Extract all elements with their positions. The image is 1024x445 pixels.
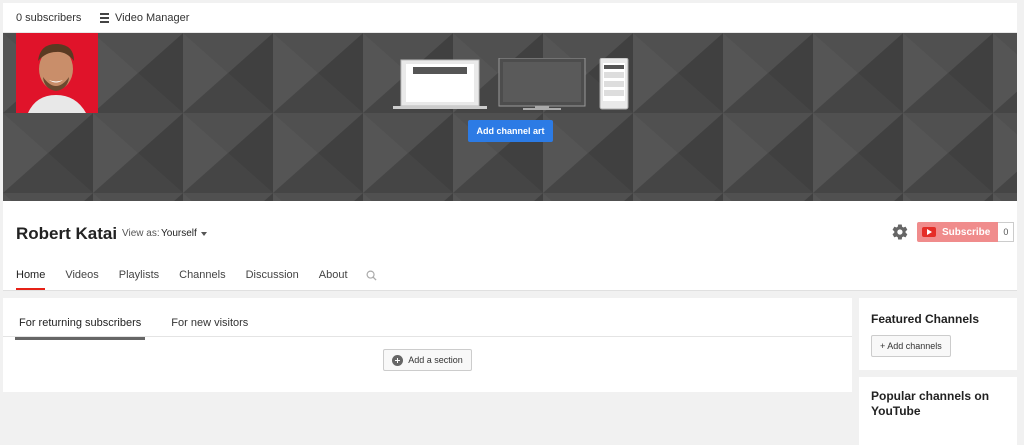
channel-header: Robert Katai View as: Yourself Subscribe… [3, 201, 1017, 291]
add-channels-button[interactable]: + Add channels [871, 335, 951, 357]
add-channel-art-button[interactable]: Add channel art [468, 120, 553, 142]
view-as-label: View as: [122, 228, 160, 239]
gear-icon[interactable] [891, 223, 909, 241]
subscribe-count: 0 [998, 222, 1015, 242]
channel-tabs: Home Videos Playlists Channels Discussio… [16, 269, 377, 290]
subscriber-count: 0 subscribers [16, 12, 82, 24]
tab-home[interactable]: Home [16, 269, 46, 290]
divider [3, 336, 852, 337]
subscribe-label-wrap: Subscribe [917, 222, 999, 242]
youtube-icon [922, 227, 936, 237]
popular-channels-panel: Popular channels on YouTube [859, 377, 1017, 445]
tab-discussion[interactable]: Discussion [246, 269, 299, 290]
video-manager-icon [100, 13, 109, 23]
top-bar: 0 subscribers Video Manager [3, 3, 1017, 33]
tab-playlists[interactable]: Playlists [119, 269, 159, 290]
avatar-portrait [16, 33, 98, 113]
tab-channels[interactable]: Channels [179, 269, 225, 290]
plus-circle-icon [392, 354, 404, 366]
tab-videos[interactable]: Videos [65, 269, 98, 290]
channel-name: Robert Katai [16, 224, 118, 243]
featured-channels-panel: Featured Channels + Add channels [859, 298, 1017, 370]
chevron-down-icon [200, 231, 207, 236]
home-content-panel: For returning subscribers For new visito… [3, 298, 852, 392]
tab-about[interactable]: About [319, 269, 348, 290]
add-section-label: Add a section [408, 355, 463, 365]
popular-channels-title: Popular channels on YouTube [871, 389, 990, 418]
subscribe-label: Subscribe [942, 226, 991, 238]
view-as-value: Yourself [161, 228, 197, 239]
channel-art-banner: Add channel art [3, 33, 1017, 201]
video-manager-label: Video Manager [115, 12, 190, 24]
channel-avatar[interactable] [16, 33, 98, 113]
search-icon[interactable] [366, 270, 377, 281]
video-manager-link[interactable]: Video Manager [100, 12, 189, 24]
add-section-button[interactable]: Add a section [383, 349, 472, 371]
devices-illustration [393, 58, 629, 110]
featured-channels-title: Featured Channels [871, 312, 980, 326]
subscribe-button[interactable]: Subscribe 0 [917, 222, 1015, 242]
view-as-dropdown[interactable]: Yourself [161, 228, 207, 239]
